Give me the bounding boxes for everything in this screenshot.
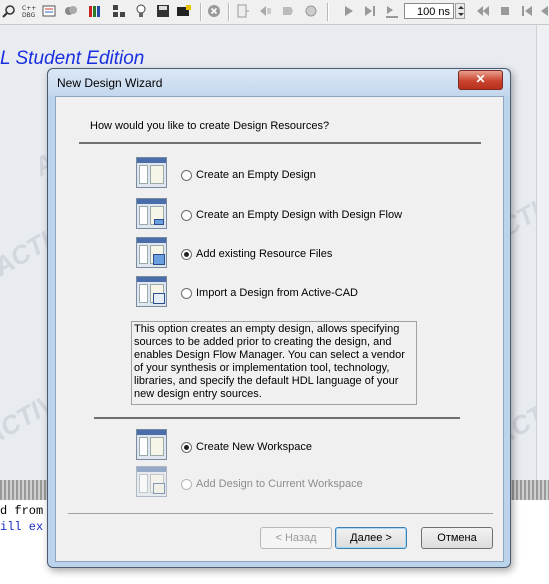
compile-icon[interactable] [42,4,56,18]
radio-import-active-cad[interactable] [181,288,192,299]
run-step-icon[interactable] [281,4,295,18]
bulb-icon[interactable] [134,4,148,18]
divider [68,513,493,514]
svg-text:DBG: DBG [22,12,36,18]
fast-back-icon[interactable] [538,4,549,18]
dialog-title: New Design Wizard [57,76,163,90]
doc-icon[interactable] [236,4,250,18]
design-flow-icon [136,198,167,229]
books-icon[interactable] [88,4,102,18]
svg-text:C++: C++ [22,5,36,12]
sim-time-input[interactable]: 100 ns [404,3,454,19]
end-icon[interactable] [520,4,534,18]
radio-empty-design-flow[interactable] [181,210,192,221]
radio-empty-design[interactable] [181,170,192,181]
stop-icon[interactable] [207,4,221,18]
new-design-wizard-dialog: New Design Wizard ✕ How would you like t… [47,68,511,568]
sim-time-spinner[interactable] [455,3,465,19]
divider [94,417,460,419]
app-title: L Student Edition [0,48,145,69]
option-label[interactable]: Create New Workspace [196,441,312,453]
radio-add-resource-files[interactable] [181,249,192,260]
next-button[interactable]: Далее > [335,527,407,549]
find-icon[interactable] [2,4,16,18]
run-icon[interactable] [304,4,318,18]
run-back-icon[interactable] [258,4,272,18]
cancel-button[interactable]: Отмена [421,527,493,549]
empty-design-icon [136,157,167,188]
play-icon[interactable] [342,4,356,18]
option-description: This option creates an empty design, all… [131,321,417,405]
active-cad-icon [136,276,167,307]
step-over-icon[interactable] [385,4,399,18]
close-button[interactable]: ✕ [458,70,503,90]
dialog-client: How would you like to create Design Reso… [55,96,504,562]
console-line: ill ex [0,520,44,534]
save-icon[interactable] [156,4,170,18]
question-label: How would you like to create Design Reso… [90,120,330,132]
console-line: d from [0,504,44,518]
divider [79,142,481,144]
step-icon[interactable] [363,4,377,18]
rewind-icon[interactable] [476,4,490,18]
resource-files-icon [136,237,167,268]
radio-create-workspace[interactable] [181,442,192,453]
option-label[interactable]: Add existing Resource Files [196,248,332,260]
library-icon[interactable] [64,4,78,18]
c-dbg-icon[interactable]: C++ DBG [22,4,36,19]
option-label[interactable]: Import a Design from Active-CAD [196,287,358,299]
new-workspace-icon [136,429,167,460]
start-page-scrollbar[interactable] [536,25,549,480]
back-button: < Назад [260,527,332,549]
option-label: Add Design to Current Workspace [196,478,363,490]
option-label[interactable]: Create an Empty Design [196,169,316,181]
hierarchy-icon[interactable] [112,4,126,18]
pause-icon[interactable] [498,4,512,18]
close-icon: ✕ [475,72,486,86]
chip-icon[interactable] [176,4,191,18]
current-workspace-icon [136,466,167,497]
radio-add-to-workspace [181,479,192,490]
main-toolbar: C++ DBG 100 ns [0,0,549,25]
option-label[interactable]: Create an Empty Design with Design Flow [196,209,402,221]
dialog-titlebar[interactable]: New Design Wizard ✕ [48,69,510,96]
